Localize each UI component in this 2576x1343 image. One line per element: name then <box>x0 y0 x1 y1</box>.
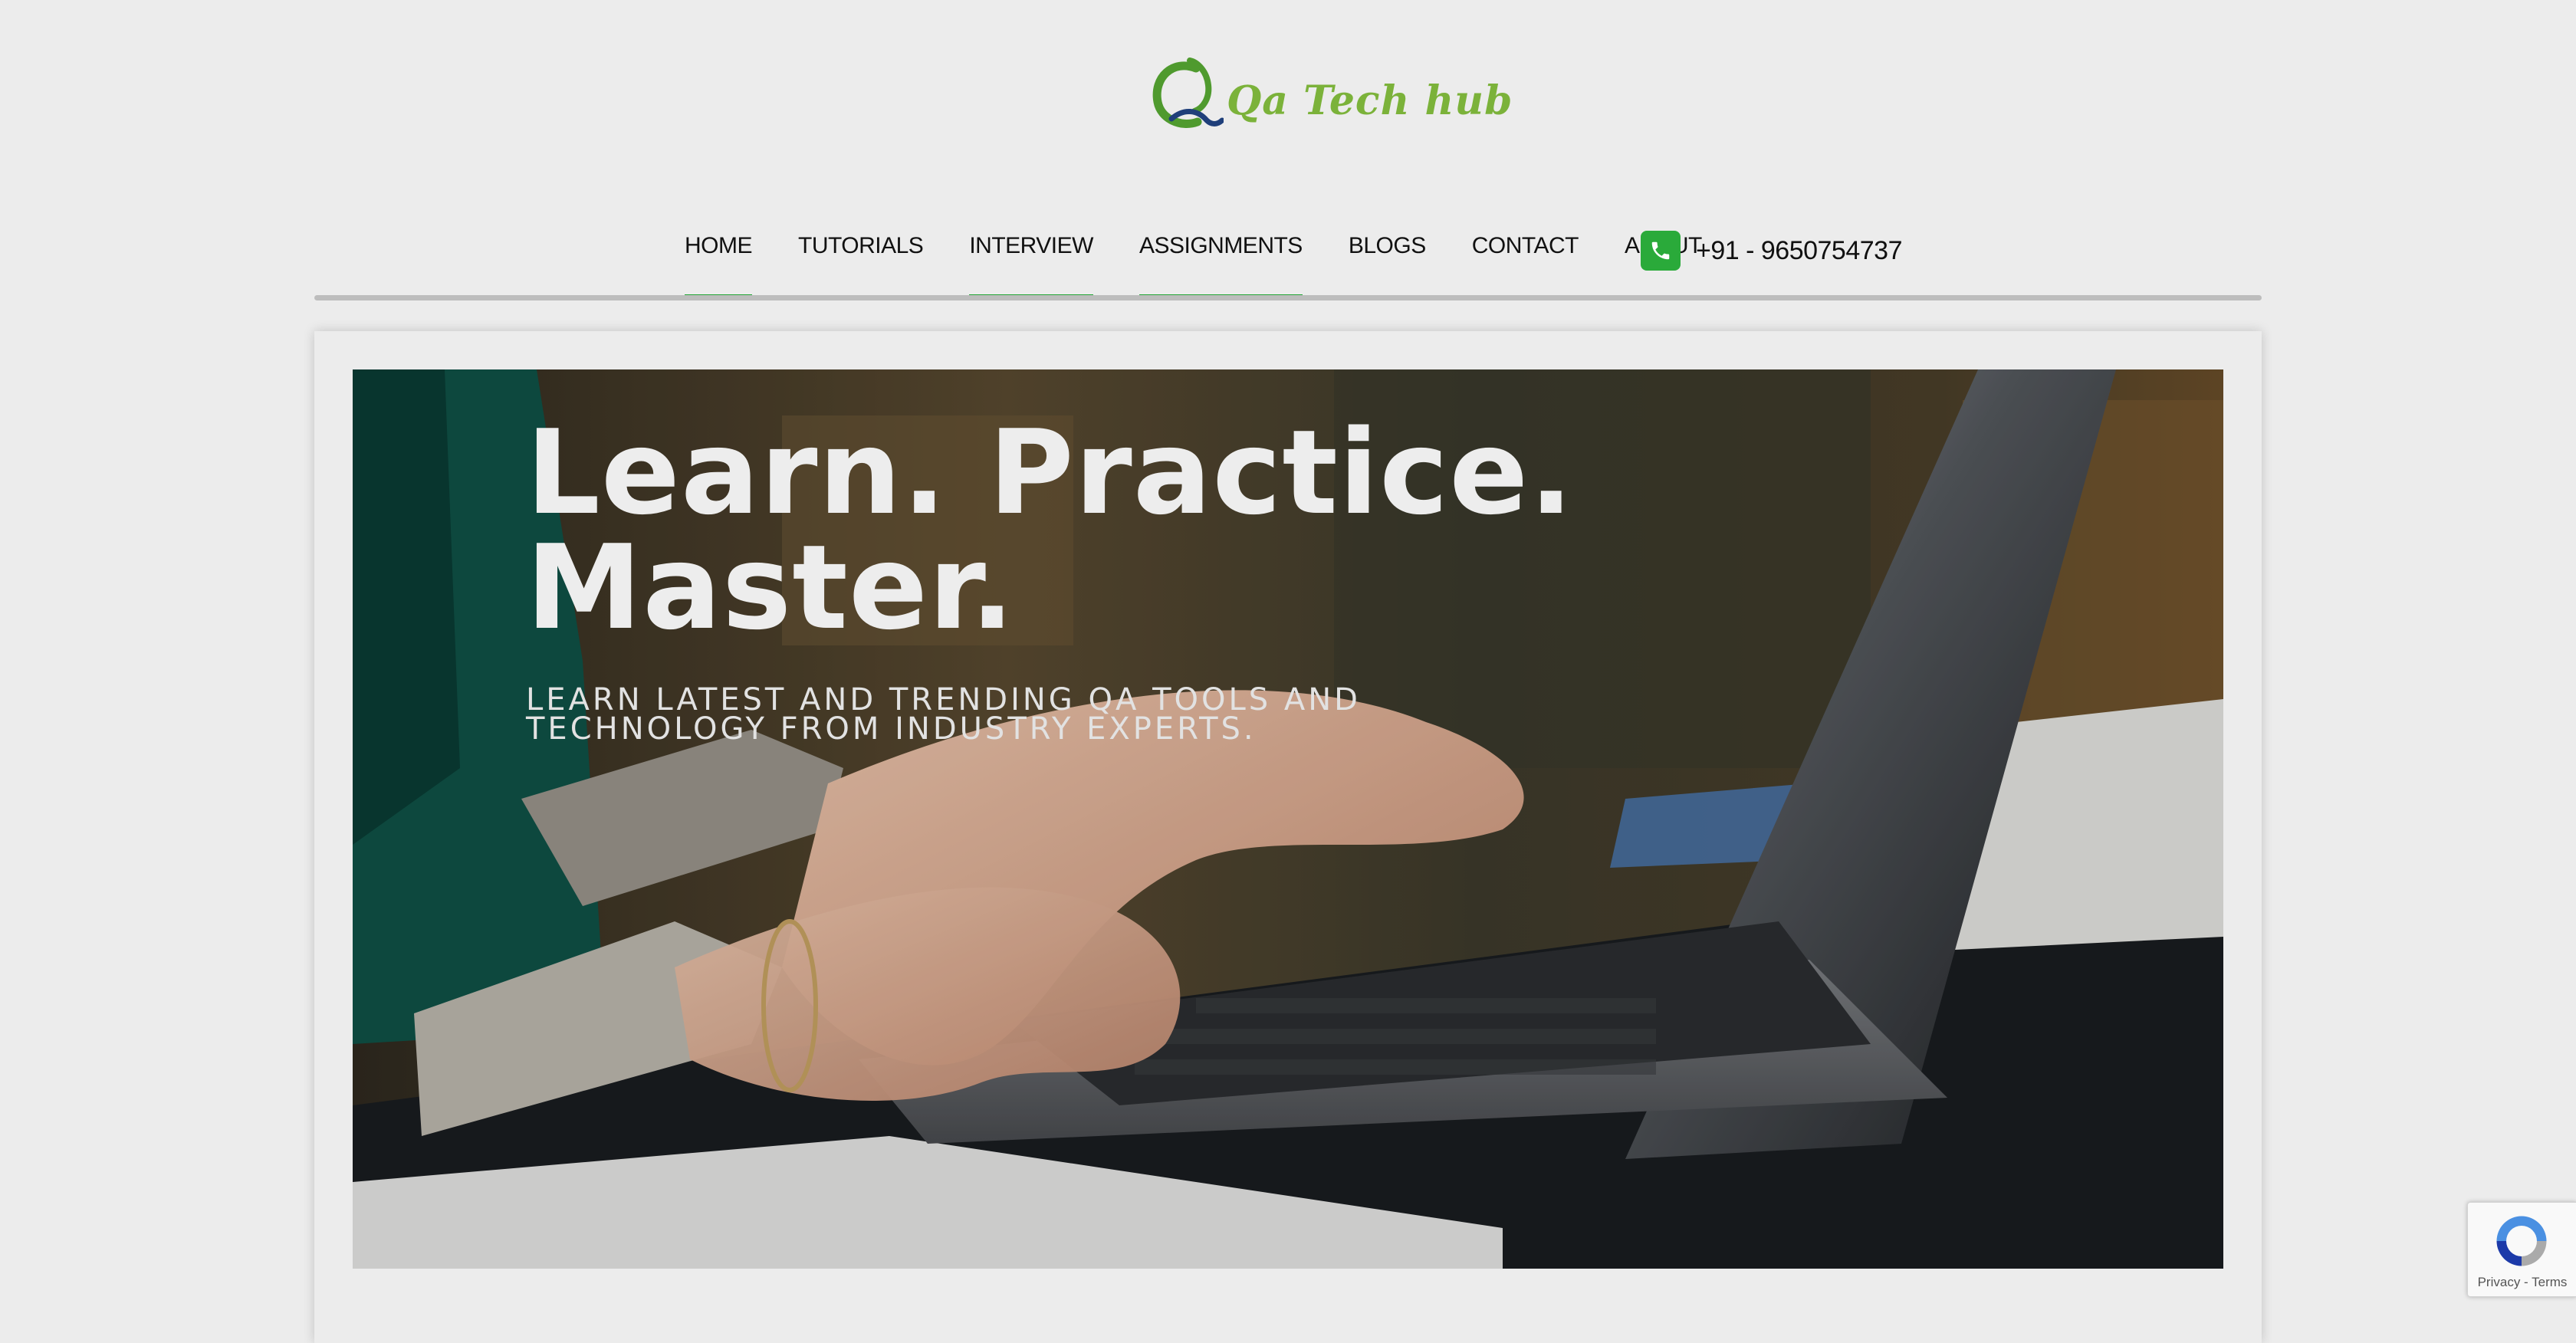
hero-title: Learn. Practice. Master. <box>526 405 1575 655</box>
nav-divider <box>314 295 2262 300</box>
hero-subtitle: LEARN LATEST AND TRENDING QA TOOLS AND T… <box>526 682 1361 747</box>
nav-menu: HOME TUTORIALS INTERVIEW ASSIGNMENTS BLO… <box>685 219 1748 300</box>
nav-item-interview[interactable]: INTERVIEW <box>969 219 1093 300</box>
phone-icon <box>1641 231 1681 271</box>
recaptcha-terms-link[interactable]: Privacy - Terms <box>2468 1275 2576 1290</box>
hero-banner: Learn. Practice. Master. LEARN LATEST AN… <box>353 369 2223 1269</box>
recaptcha-icon <box>2496 1216 2547 1266</box>
recaptcha-badge[interactable]: Privacy - Terms <box>2467 1202 2576 1297</box>
main-nav: HOME TUTORIALS INTERVIEW ASSIGNMENTS BLO… <box>314 219 2262 300</box>
nav-item-assignments[interactable]: ASSIGNMENTS <box>1138 219 1303 300</box>
nav-item-blogs[interactable]: BLOGS <box>1349 219 1426 300</box>
hero-card: Learn. Practice. Master. LEARN LATEST AN… <box>314 331 2262 1343</box>
phone-contact[interactable]: +91 - 9650754737 <box>1641 230 1902 271</box>
hero-title-line-2: Master. <box>526 520 1016 655</box>
phone-number[interactable]: +91 - 9650754737 <box>1696 236 1902 266</box>
nav-item-tutorials[interactable]: TUTORIALS <box>798 219 924 300</box>
hero-title-line-1: Learn. Practice. <box>526 405 1575 540</box>
logo-text: Qa Tech hub <box>1227 77 1513 124</box>
nav-item-contact[interactable]: CONTACT <box>1472 219 1579 300</box>
logo-mark-icon <box>1152 57 1224 128</box>
nav-item-home[interactable]: HOME <box>685 219 753 300</box>
site-logo[interactable]: Qa Tech hub <box>1150 48 1512 138</box>
